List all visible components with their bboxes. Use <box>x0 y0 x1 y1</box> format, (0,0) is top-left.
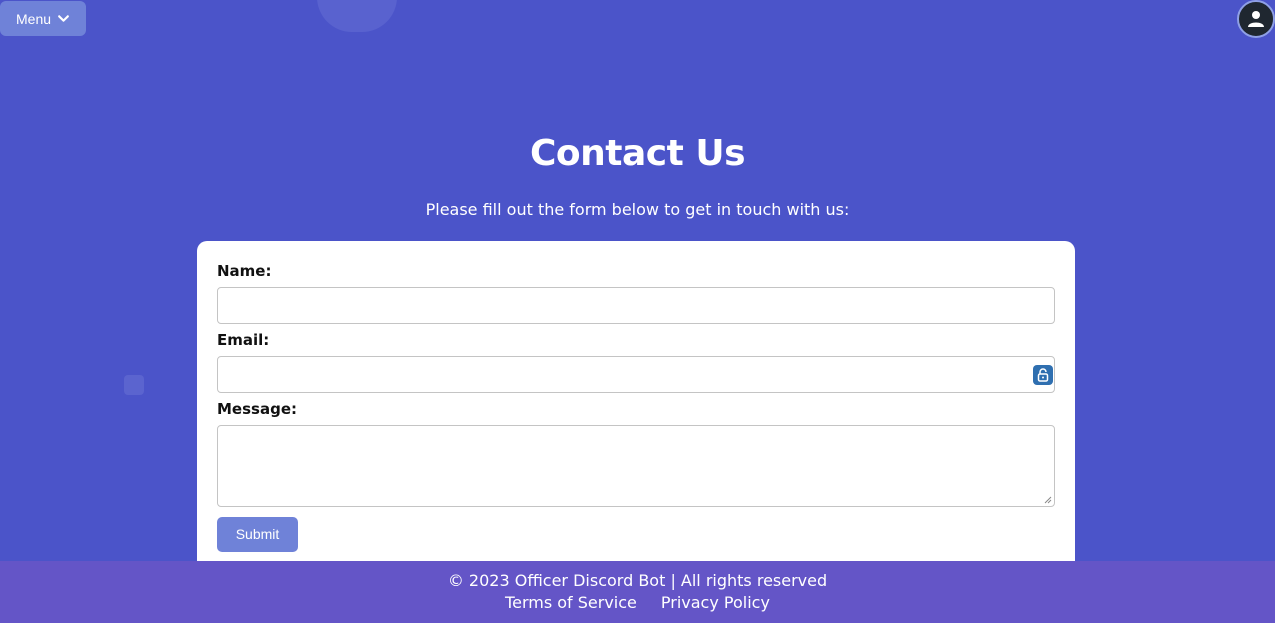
page-subtitle: Please fill out the form below to get in… <box>425 200 850 219</box>
user-avatar-button[interactable] <box>1237 0 1275 38</box>
privacy-policy-link[interactable]: Privacy Policy <box>661 593 770 612</box>
name-input[interactable] <box>217 287 1055 324</box>
decorative-blob <box>317 0 397 32</box>
message-textarea[interactable] <box>217 425 1055 507</box>
page-title: Contact Us <box>529 133 746 174</box>
email-input[interactable] <box>217 356 1055 393</box>
decorative-square <box>124 375 144 395</box>
footer-links: Terms of Service Privacy Policy <box>0 593 1275 612</box>
menu-button[interactable]: Menu <box>0 1 86 36</box>
user-avatar-icon <box>1248 11 1264 27</box>
footer-copyright: © 2023 Officer Discord Bot | All rights … <box>447 571 828 590</box>
terms-of-service-link[interactable]: Terms of Service <box>505 593 637 612</box>
submit-button[interactable]: Submit <box>217 517 298 552</box>
message-label: Message: <box>217 400 297 418</box>
chevron-down-icon <box>58 15 69 22</box>
footer: © 2023 Officer Discord Bot | All rights … <box>0 561 1275 623</box>
email-label: Email: <box>217 331 270 349</box>
password-manager-lock-icon[interactable] <box>1033 365 1053 385</box>
menu-button-label: Menu <box>16 10 52 27</box>
contact-form: Name: Email: Message: Submit <box>197 241 1075 571</box>
name-label: Name: <box>217 262 272 280</box>
resize-grip-icon[interactable] <box>1044 496 1052 504</box>
